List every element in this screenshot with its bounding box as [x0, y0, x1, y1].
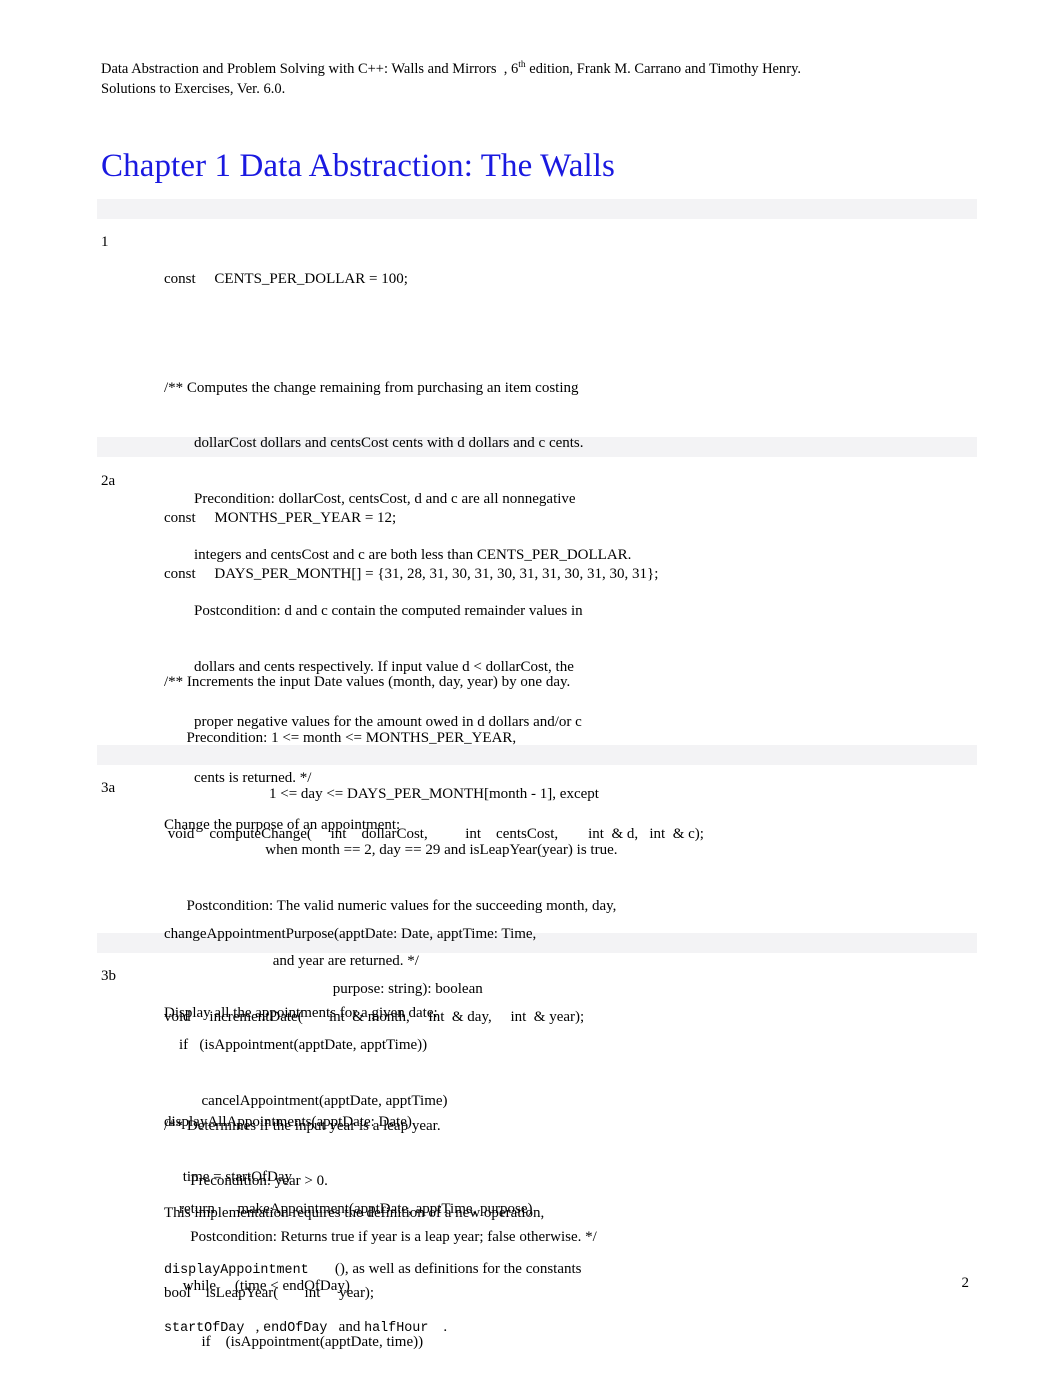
- closing-line-2: displayAppointment (), as well as defini…: [164, 1260, 981, 1281]
- exercise-prompt: Change the purpose of an appointment:: [164, 817, 401, 834]
- closing-line-2-text: (), as well as definitions for the const…: [308, 1260, 582, 1277]
- code-line: const CENTS_PER_DOLLAR = 100;: [164, 271, 408, 288]
- line-spacer: [164, 621, 981, 637]
- ordinal-superscript: th: [518, 60, 526, 71]
- code-line: changeAppointmentPurpose(apptDate: Date,…: [164, 925, 537, 942]
- identifier-start-of-day: startOfDay: [164, 1320, 245, 1336]
- code-line: const DAYS_PER_MONTH[] = {31, 28, 31, 30…: [164, 565, 659, 582]
- line-spacer: [164, 872, 981, 888]
- code-line: const MONTHS_PER_YEAR = 12;: [164, 510, 397, 527]
- section-band-1: [97, 199, 977, 219]
- code-line: displayAllAppointments(apptDate: Date): [164, 1113, 412, 1130]
- exercise-number-3a: 3a: [101, 780, 116, 796]
- running-head: Data Abstraction and Problem Solving wit…: [101, 60, 891, 99]
- closing-line-3: startOfDay , endOfDay and halfHour .: [164, 1318, 981, 1339]
- exercise-number-2a: 2a: [101, 473, 116, 489]
- document-page: Data Abstraction and Problem Solving wit…: [0, 0, 1062, 1376]
- line-spacer: [164, 1060, 981, 1076]
- chapter-title: Chapter 1 Data Abstraction: The Walls: [101, 148, 615, 184]
- closing-line-3-sep-2: and: [327, 1318, 365, 1335]
- exercise-number-1: 1: [101, 234, 109, 250]
- closing-line-3-sep-1: ,: [244, 1318, 264, 1335]
- code-line: /** Computes the change remaining from p…: [164, 379, 579, 396]
- running-head-line-1-part-a: Data Abstraction and Problem Solving wit…: [101, 61, 519, 77]
- identifier-half-hour: halfHour: [364, 1320, 429, 1336]
- code-line: /** Increments the input Date values (mo…: [164, 674, 571, 691]
- code-line: dollarCost dollars and centsCost cents w…: [164, 435, 584, 452]
- code-line: Precondition: 1 <= month <= MONTHS_PER_Y…: [164, 730, 517, 747]
- closing-line-3-end: .: [428, 1318, 448, 1335]
- running-head-line-2: Solutions to Exercises, Ver. 6.0.: [101, 80, 286, 97]
- exercise-prompt: Display all the appointments for a given…: [164, 1005, 438, 1022]
- running-head-line-1-part-b: edition, Frank M. Carrano and Timothy He…: [525, 61, 802, 77]
- identifier-display-appointment: displayAppointment: [164, 1262, 309, 1278]
- running-head-line-1: Data Abstraction and Problem Solving wit…: [101, 60, 891, 80]
- exercise-number-3b: 3b: [101, 968, 116, 984]
- identifier-end-of-day: endOfDay: [263, 1320, 328, 1336]
- page-number: 2: [961, 1275, 970, 1291]
- closing-paragraph: This implementation requires the definit…: [101, 1167, 981, 1376]
- closing-paragraph-body: This implementation requires the definit…: [164, 1167, 981, 1376]
- closing-line-1: This implementation requires the definit…: [164, 1205, 545, 1222]
- line-spacer: [164, 326, 981, 342]
